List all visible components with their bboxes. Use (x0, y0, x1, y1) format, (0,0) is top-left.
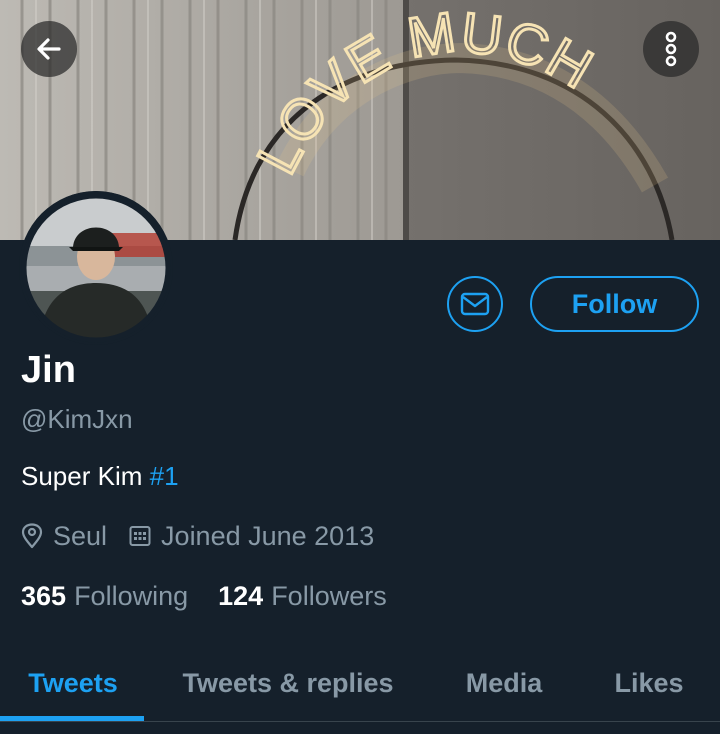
joined-date-text: Joined June 2013 (161, 521, 375, 551)
following-count: 365 (21, 581, 67, 611)
more-options-button[interactable] (643, 21, 699, 77)
more-vertical-icon (661, 31, 681, 67)
tab-media[interactable]: Media (430, 645, 578, 722)
follow-stats: 365 Following 124 Followers (21, 579, 387, 613)
followers-label: Followers (271, 581, 387, 611)
map-pin-icon (21, 523, 43, 549)
arrow-left-icon (35, 35, 63, 63)
bio-text: Super Kim (21, 461, 150, 491)
follow-button[interactable]: Follow (530, 276, 699, 332)
followers-count: 124 (218, 581, 264, 611)
profile-meta: Seul Joined June 2013 (21, 519, 374, 553)
tab-tweets[interactable]: Tweets (0, 645, 146, 722)
back-button[interactable] (21, 21, 77, 77)
location-text: Seul (53, 521, 108, 551)
followers-stat[interactable]: 124 Followers (218, 579, 387, 613)
calendar-icon (129, 525, 151, 547)
tab-likes[interactable]: Likes (578, 645, 720, 722)
user-handle: @KimJxn (21, 404, 133, 434)
avatar[interactable] (19, 191, 173, 345)
envelope-icon (460, 292, 490, 316)
following-stat[interactable]: 365 Following (21, 579, 188, 613)
bio-hashtag-link[interactable]: #1 (150, 461, 179, 491)
following-label: Following (74, 581, 189, 611)
message-button[interactable] (447, 276, 503, 332)
tabs-divider (0, 721, 720, 722)
bio: Super Kim #1 (21, 460, 179, 492)
profile-tabs: Tweets Tweets & replies Media Likes (0, 645, 720, 722)
tab-tweets-replies[interactable]: Tweets & replies (150, 645, 426, 722)
display-name: Jin (21, 349, 76, 391)
